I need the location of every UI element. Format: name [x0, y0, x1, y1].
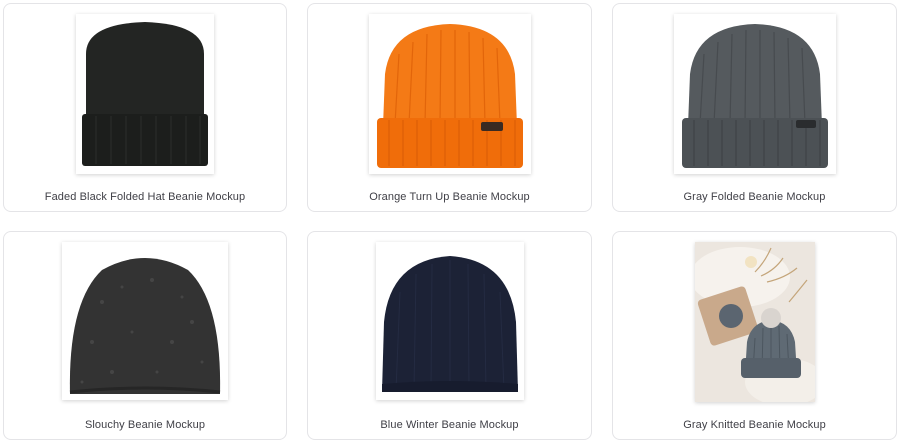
product-card[interactable]: Gray Knitted Beanie Mockup — [612, 231, 897, 440]
product-title[interactable]: Blue Winter Beanie Mockup — [308, 419, 591, 431]
gray-folded-beanie-image[interactable] — [673, 14, 836, 174]
product-card[interactable]: Gray Folded Beanie Mockup — [612, 3, 897, 212]
product-title[interactable]: Gray Folded Beanie Mockup — [613, 191, 896, 203]
product-title[interactable]: Orange Turn Up Beanie Mockup — [308, 191, 591, 203]
product-title[interactable]: Gray Knitted Beanie Mockup — [613, 419, 896, 431]
product-title[interactable]: Faded Black Folded Hat Beanie Mockup — [4, 191, 286, 203]
black-folded-beanie-image[interactable] — [76, 14, 214, 174]
blue-winter-beanie-image[interactable] — [375, 242, 524, 400]
slouchy-beanie-image[interactable] — [62, 242, 228, 400]
product-card[interactable]: Slouchy Beanie Mockup — [3, 231, 287, 440]
gray-knitted-beanie-photo[interactable] — [694, 242, 815, 402]
product-card[interactable]: Faded Black Folded Hat Beanie Mockup — [3, 3, 287, 212]
orange-turn-up-beanie-image[interactable] — [368, 14, 531, 174]
product-card[interactable]: Blue Winter Beanie Mockup — [307, 231, 592, 440]
product-title[interactable]: Slouchy Beanie Mockup — [4, 419, 286, 431]
product-card[interactable]: Orange Turn Up Beanie Mockup — [307, 3, 592, 212]
